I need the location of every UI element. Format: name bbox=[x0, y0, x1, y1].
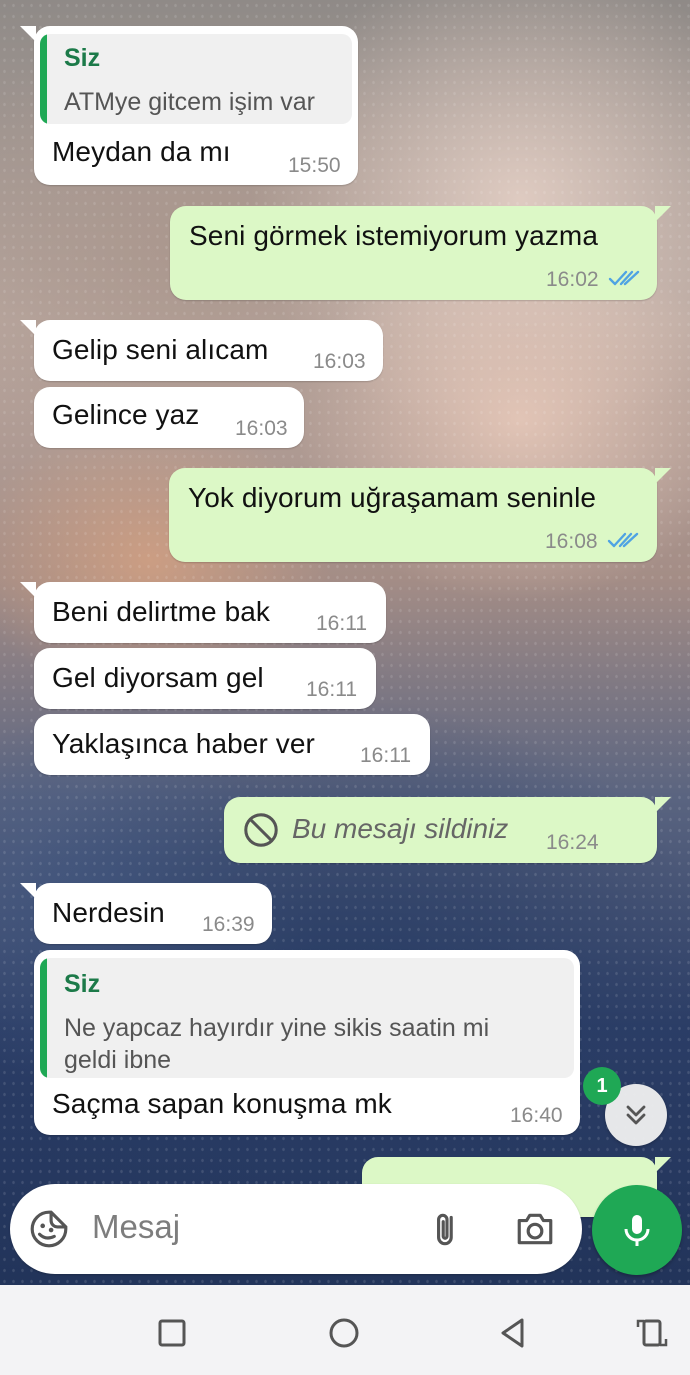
message-bubble-incoming[interactable]: Gelince yaz 16:03 bbox=[34, 387, 304, 448]
message-time: 16:11 bbox=[306, 678, 357, 701]
message-bubble-outgoing-deleted[interactable]: Bu mesajı sildiniz 16:24 bbox=[224, 797, 671, 863]
message-bubble-outgoing[interactable]: Seni görmek istemiyorum yazma 16:02 bbox=[170, 206, 671, 300]
message-time: 16:02 bbox=[546, 268, 599, 291]
system-navigation-bar bbox=[0, 1285, 690, 1375]
quoted-message[interactable]: Siz Ne yapcaz hayırdır yine sikis saatin… bbox=[40, 958, 574, 1078]
message-list[interactable]: Siz ATMye gitcem işim var Meydan da mı 1… bbox=[0, 0, 690, 1285]
quote-accent-bar bbox=[40, 34, 47, 124]
message-time: 16:39 bbox=[202, 913, 255, 936]
read-ticks-icon bbox=[607, 532, 639, 548]
quoted-text-line-2: geldi ibne bbox=[64, 1046, 172, 1074]
double-chevron-down-icon bbox=[626, 1105, 646, 1125]
message-bubble-incoming[interactable]: Gelip seni alıcam 16:03 bbox=[20, 320, 383, 381]
message-bubble-incoming[interactable]: Beni delirtme bak 16:11 bbox=[20, 582, 386, 643]
attach-icon[interactable] bbox=[426, 1208, 468, 1250]
unread-count-badge: 1 bbox=[583, 1067, 621, 1105]
message-text: Beni delirtme bak bbox=[52, 596, 271, 627]
message-time: 16:40 bbox=[510, 1104, 563, 1127]
message-bubble-incoming[interactable]: Siz Ne yapcaz hayırdır yine sikis saatin… bbox=[34, 950, 580, 1135]
message-bubble-incoming[interactable]: Siz ATMye gitcem işim var Meydan da mı 1… bbox=[20, 26, 358, 185]
emoji-sticker-icon[interactable] bbox=[28, 1208, 70, 1250]
message-text: Meydan da mı bbox=[52, 136, 231, 167]
message-text: Gelince yaz bbox=[52, 399, 200, 430]
message-time: 16:08 bbox=[545, 530, 598, 553]
message-text: Gelip seni alıcam bbox=[52, 334, 269, 365]
read-ticks-icon bbox=[608, 270, 640, 286]
rotate-icon[interactable] bbox=[632, 1313, 672, 1353]
message-text: Nerdesin bbox=[52, 897, 165, 928]
recents-icon[interactable] bbox=[152, 1313, 192, 1353]
quoted-sender-name: Siz bbox=[64, 970, 101, 998]
mic-icon bbox=[624, 1215, 650, 1246]
message-composer[interactable]: Mesaj bbox=[10, 1184, 582, 1274]
message-bubble-incoming[interactable]: Gel diyorsam gel 16:11 bbox=[34, 648, 376, 709]
message-text: Gel diyorsam gel bbox=[52, 662, 264, 693]
quote-accent-bar bbox=[40, 958, 47, 1078]
home-icon[interactable] bbox=[324, 1313, 364, 1353]
message-text: Yaklaşınca haber ver bbox=[52, 728, 315, 759]
quoted-text-line-1: Ne yapcaz hayırdır yine sikis saatin mi bbox=[64, 1014, 490, 1042]
camera-icon[interactable] bbox=[514, 1208, 556, 1250]
message-bubble-incoming[interactable]: Nerdesin 16:39 bbox=[20, 883, 272, 944]
message-text: Yok diyorum uğraşamam seninle bbox=[188, 482, 597, 513]
deleted-message-icon bbox=[244, 813, 278, 847]
message-input[interactable]: Mesaj bbox=[92, 1208, 180, 1246]
message-bubble-outgoing[interactable]: Yok diyorum uğraşamam seninle 16:08 bbox=[169, 468, 671, 562]
message-time: 16:03 bbox=[313, 350, 366, 373]
message-time: 16:11 bbox=[316, 612, 367, 635]
voice-message-button[interactable] bbox=[592, 1185, 682, 1275]
deleted-message-text: Bu mesajı sildiniz bbox=[292, 813, 509, 844]
quoted-text: ATMye gitcem işim var bbox=[64, 88, 315, 116]
message-text: Seni görmek istemiyorum yazma bbox=[189, 220, 599, 251]
message-time: 16:24 bbox=[546, 831, 599, 854]
message-text: Saçma sapan konuşma mk bbox=[52, 1088, 392, 1119]
message-time: 16:11 bbox=[360, 744, 411, 767]
quoted-message[interactable]: Siz ATMye gitcem işim var bbox=[40, 34, 352, 124]
message-bubble-incoming[interactable]: Yaklaşınca haber ver 16:11 bbox=[34, 714, 430, 775]
quoted-sender-name: Siz bbox=[64, 44, 101, 72]
message-time: 15:50 bbox=[288, 154, 341, 177]
message-time: 16:03 bbox=[235, 417, 288, 440]
back-icon[interactable] bbox=[494, 1313, 534, 1353]
